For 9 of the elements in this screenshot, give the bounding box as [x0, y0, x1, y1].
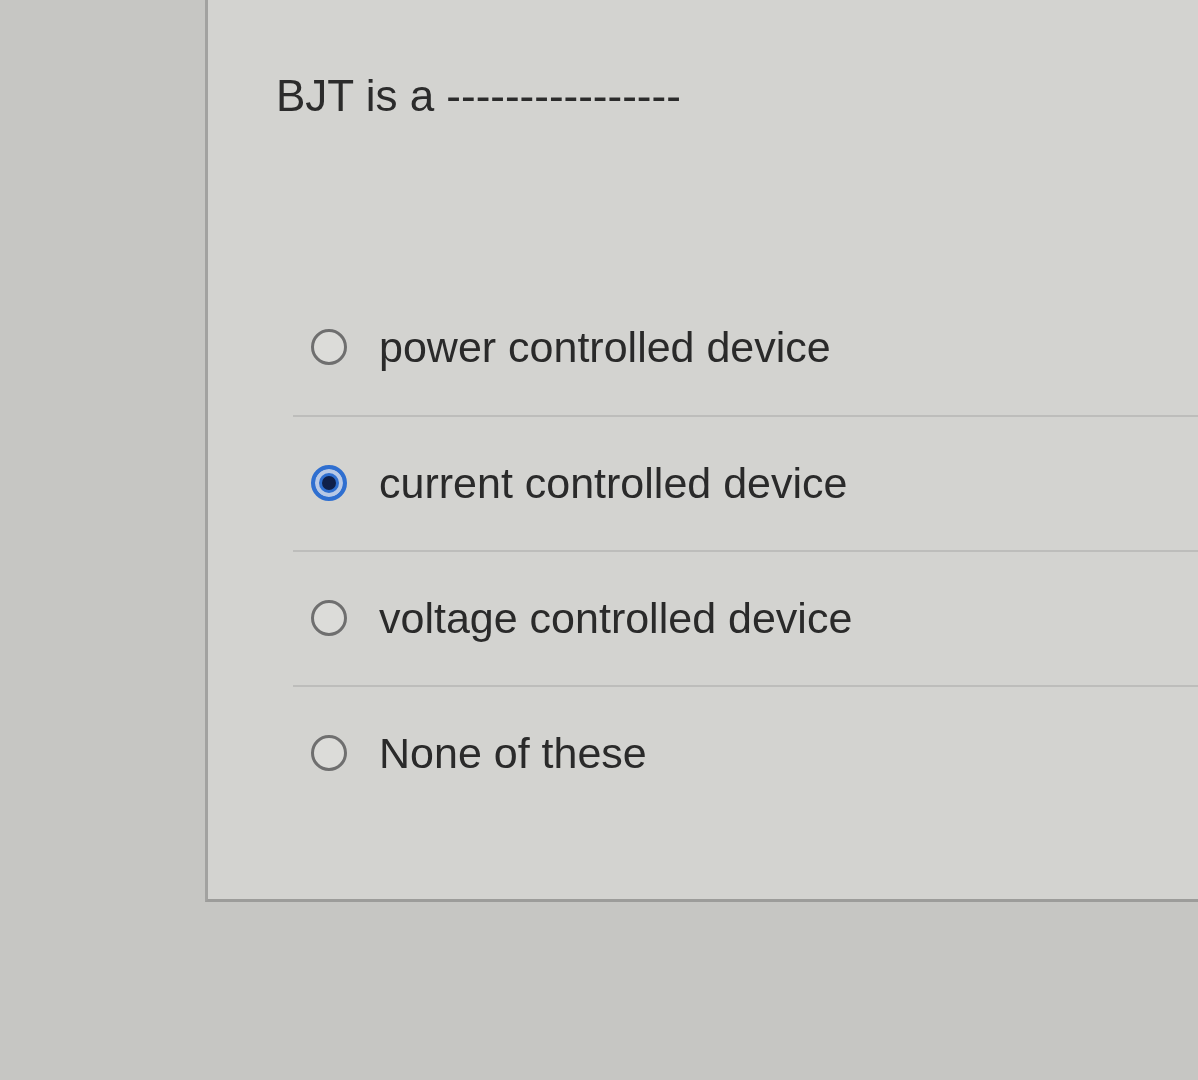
radio-button[interactable] — [311, 465, 347, 502]
option-label[interactable]: current controlled device — [379, 457, 848, 510]
radio-button[interactable] — [311, 600, 347, 637]
radio-button[interactable] — [311, 329, 347, 366]
radio-button[interactable] — [311, 735, 347, 772]
option-label[interactable]: voltage controlled device — [379, 592, 853, 645]
option-label[interactable]: None of these — [379, 727, 647, 780]
question-text: BJT is a ---------------- — [276, 70, 681, 122]
option-label[interactable]: power controlled device — [379, 321, 831, 374]
